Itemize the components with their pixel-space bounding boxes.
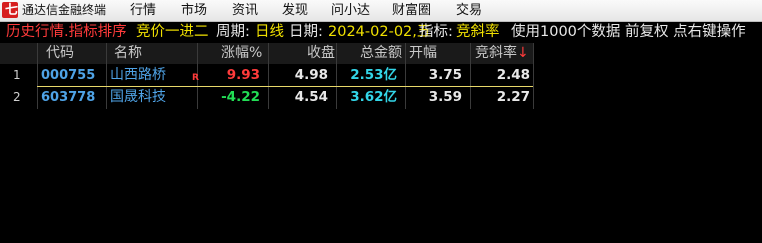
header-amount[interactable]: 总金额: [360, 43, 402, 64]
row-index: 1: [13, 68, 21, 82]
stock-name[interactable]: 国晟科技: [110, 87, 166, 108]
header-code[interactable]: 代码: [46, 43, 74, 64]
sort-desc-icon: ↓: [517, 45, 529, 61]
date-value[interactable]: 2024-02-02,五: [328, 22, 431, 42]
header-name[interactable]: 名称: [114, 43, 142, 64]
menu-item-market[interactable]: 市场: [181, 0, 207, 21]
indicator-label: 指标:: [419, 24, 453, 40]
info-bar: 历史行情.指标排序 竞价一进二 周期: 日线 日期: 2024-02-02,五 …: [0, 22, 762, 42]
table-row[interactable]: 2 603778 国晟科技 -4.22 4.54 3.62亿 3.59 2.27: [0, 87, 533, 108]
header-open[interactable]: 开幅: [409, 43, 437, 64]
menu-bar: 七 通达信金融终端 行情 市场 资讯 发现 问小达 财富圈 交易: [0, 0, 762, 22]
total-amount: 3.62亿: [350, 89, 397, 105]
header-slope-label: 竞斜率: [475, 45, 517, 61]
period-label: 周期:: [216, 24, 250, 40]
menu-item-wealth[interactable]: 财富圈: [392, 0, 431, 21]
row-index: 2: [13, 90, 21, 104]
auction-slope: 2.27: [496, 89, 530, 105]
date-label: 日期:: [289, 24, 323, 40]
stock-name[interactable]: 山西路桥: [110, 65, 166, 86]
change-percent: -4.22: [221, 89, 260, 105]
stock-code[interactable]: 603778: [41, 87, 95, 108]
close-price: 4.54: [294, 89, 328, 105]
header-slope[interactable]: 竞斜率↓: [475, 43, 529, 64]
strategy-name[interactable]: 竞价一进二: [136, 22, 209, 42]
app-logo-icon: 七: [2, 2, 18, 18]
close-price: 4.98: [294, 67, 328, 83]
indicator-value[interactable]: 竞斜率: [456, 22, 500, 42]
table-row[interactable]: 1 000755 山西路桥 R 9.93 4.98 2.53亿 3.75 2.4…: [0, 65, 533, 86]
tip-text: 使用1000个数据 前复权 点右键操作: [511, 24, 746, 40]
open-percent: 3.59: [428, 89, 462, 105]
open-percent: 3.75: [428, 67, 462, 83]
table-header: 代码 名称 涨幅% 收盘 总金额 开幅 竞斜率↓: [0, 43, 533, 64]
menu-item-quotes[interactable]: 行情: [130, 0, 156, 21]
menu-item-trade[interactable]: 交易: [456, 0, 482, 21]
stock-code[interactable]: 000755: [41, 65, 95, 86]
column-divider: [533, 43, 534, 109]
menu-item-discover[interactable]: 发现: [282, 0, 308, 21]
menu-item-xiaoda[interactable]: 问小达: [331, 0, 370, 21]
period-value[interactable]: 日线: [255, 22, 284, 42]
auction-slope: 2.48: [496, 67, 530, 83]
change-percent: 9.93: [226, 67, 260, 83]
header-close[interactable]: 收盘: [307, 43, 335, 64]
menu-item-news[interactable]: 资讯: [232, 0, 258, 21]
header-change[interactable]: 涨幅%: [221, 43, 262, 64]
app-title: 通达信金融终端: [22, 3, 107, 17]
history-label[interactable]: 历史行情.指标排序: [6, 22, 127, 42]
total-amount: 2.53亿: [350, 67, 397, 83]
